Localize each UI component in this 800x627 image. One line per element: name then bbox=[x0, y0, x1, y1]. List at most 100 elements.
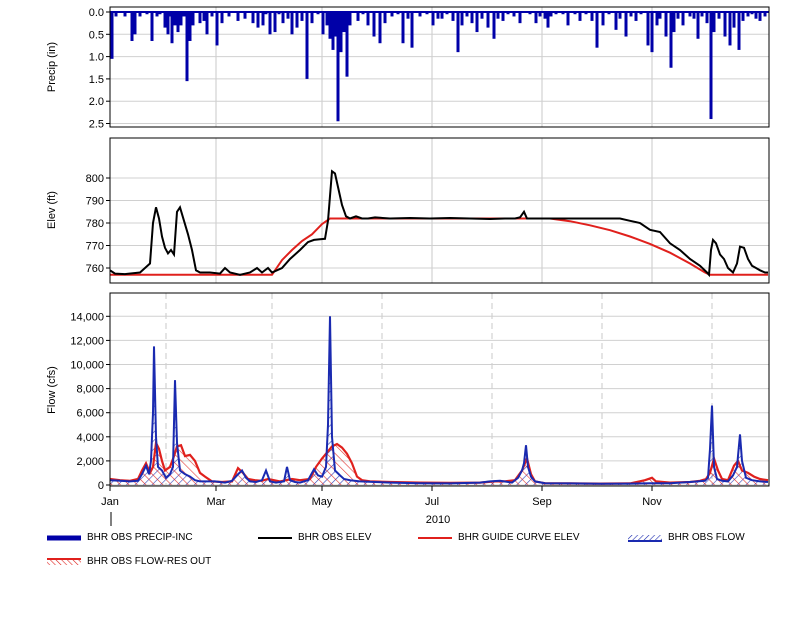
precip-bar bbox=[210, 12, 214, 17]
y-tick-label: 0 bbox=[98, 480, 104, 492]
precip-bar bbox=[310, 12, 314, 24]
precip-bar bbox=[501, 12, 505, 21]
legend-label-obs-elev: BHR OBS ELEV bbox=[298, 532, 372, 543]
precip-bar bbox=[451, 12, 455, 21]
precip-bar bbox=[512, 12, 516, 17]
y-tick-label: 2.5 bbox=[89, 119, 104, 131]
precip-bar bbox=[378, 12, 382, 44]
precip-bar bbox=[155, 12, 159, 17]
precip-bar bbox=[220, 12, 224, 24]
precip-bar bbox=[732, 12, 736, 28]
precip-bar bbox=[321, 12, 325, 35]
precip-bar bbox=[561, 12, 565, 15]
precip-bar bbox=[465, 12, 469, 17]
precip-bar bbox=[182, 12, 186, 17]
precip-bar bbox=[205, 12, 209, 35]
precip-bar bbox=[173, 12, 177, 26]
legend-label-res-out: BHR OBS FLOW-RES OUT bbox=[87, 556, 212, 567]
y-tick-label: 1.5 bbox=[89, 74, 104, 86]
precip-bar bbox=[256, 12, 260, 28]
precip-yticks: 0.0 0.5 1.0 1.5 2.0 2.5 bbox=[89, 7, 110, 131]
precip-bar bbox=[328, 12, 332, 39]
precip-bar bbox=[624, 12, 628, 37]
precip-bar bbox=[543, 12, 547, 19]
precip-bar bbox=[672, 12, 676, 33]
precip-bar bbox=[658, 12, 662, 19]
precip-bar bbox=[728, 12, 732, 46]
flow-panel: 02,0004,0006,0008,00010,00012,00014,000 … bbox=[46, 292, 770, 492]
precip-bar bbox=[150, 12, 154, 41]
legend: BHR OBS PRECIP-INC BHR OBS ELEV BHR GUID… bbox=[0, 532, 800, 572]
precip-bar bbox=[34, 12, 37, 34]
precip-bar bbox=[406, 12, 410, 19]
precip-bar bbox=[198, 12, 202, 24]
precip-bar bbox=[45, 12, 48, 28]
precip-bar bbox=[179, 12, 183, 26]
precip-bar bbox=[123, 12, 127, 17]
precip-bar bbox=[13, 12, 16, 16]
precip-bar bbox=[251, 12, 255, 24]
x-tick-label: Jul bbox=[425, 496, 439, 508]
y-tick-label: 2.0 bbox=[89, 96, 104, 108]
precip-bar bbox=[361, 12, 365, 15]
precip-bar bbox=[549, 12, 553, 17]
precip-bar bbox=[236, 12, 240, 21]
x-tick-label: May bbox=[312, 496, 333, 508]
precip-bar bbox=[342, 12, 346, 33]
precip-bar bbox=[669, 12, 673, 68]
legend-item-res-out: BHR OBS FLOW-RES OUT bbox=[47, 556, 211, 567]
precip-bar bbox=[737, 12, 741, 50]
precip-bar bbox=[390, 12, 394, 17]
precip-bar bbox=[692, 12, 696, 19]
y-tick-label: 12,000 bbox=[70, 335, 104, 347]
y-tick-label: 6,000 bbox=[76, 408, 104, 420]
precip-bar bbox=[584, 12, 588, 15]
precip-bar bbox=[396, 12, 400, 15]
precip-bar bbox=[305, 12, 309, 79]
precip-bar bbox=[163, 12, 167, 28]
legend-item-guide-curve: BHR GUIDE CURVE ELEV bbox=[418, 532, 580, 543]
precip-bar bbox=[401, 12, 405, 44]
precip-bar bbox=[264, 12, 268, 15]
precip-bar bbox=[348, 12, 352, 26]
precip-bar bbox=[431, 12, 435, 26]
precip-bar bbox=[746, 12, 750, 17]
precip-bar bbox=[286, 12, 290, 19]
legend-label-obs-flow: BHR OBS FLOW bbox=[668, 532, 745, 543]
precip-bar bbox=[460, 12, 464, 26]
precip-bar bbox=[480, 12, 484, 19]
precip-bar bbox=[9, 12, 12, 16]
y-tick-label: 2,000 bbox=[76, 456, 104, 468]
legend-label-guide-curve: BHR GUIDE CURVE ELEV bbox=[458, 532, 580, 543]
elev-frame bbox=[109, 137, 770, 284]
precip-bar bbox=[634, 12, 638, 21]
precip-bar bbox=[290, 12, 294, 35]
precip-bar bbox=[538, 12, 542, 17]
precip-bar bbox=[133, 12, 137, 35]
precip-bar bbox=[339, 12, 343, 53]
precip-bar bbox=[618, 12, 622, 19]
precip-bar bbox=[130, 12, 134, 41]
precip-bar bbox=[138, 12, 142, 17]
precip-bar bbox=[176, 12, 180, 33]
flow-yticks: 0 2,000 4,000 6,000 8,000 10,000 12,000 14,000 bbox=[70, 311, 110, 492]
precip-bar bbox=[26, 12, 29, 32]
precip-bar bbox=[681, 12, 685, 26]
res-out-line bbox=[110, 439, 769, 485]
precip-bar bbox=[316, 12, 320, 15]
precip-bar bbox=[71, 12, 74, 14]
y-tick-label: 780 bbox=[86, 218, 104, 230]
precip-bar bbox=[366, 12, 370, 26]
precip-bar bbox=[456, 12, 460, 53]
y-tick-label: 10,000 bbox=[70, 360, 104, 372]
precip-ylabel: Precip (in) bbox=[46, 42, 58, 92]
precip-bar bbox=[18, 12, 21, 28]
precip-bar bbox=[383, 12, 387, 24]
precip-bar bbox=[763, 12, 767, 17]
y-tick-label: 14,000 bbox=[70, 311, 104, 323]
x-axis-year: 2010 bbox=[426, 514, 450, 526]
precip-bar bbox=[336, 12, 340, 122]
precip-bar bbox=[445, 12, 449, 15]
precip-bar bbox=[261, 12, 265, 26]
precip-bar bbox=[114, 12, 118, 17]
